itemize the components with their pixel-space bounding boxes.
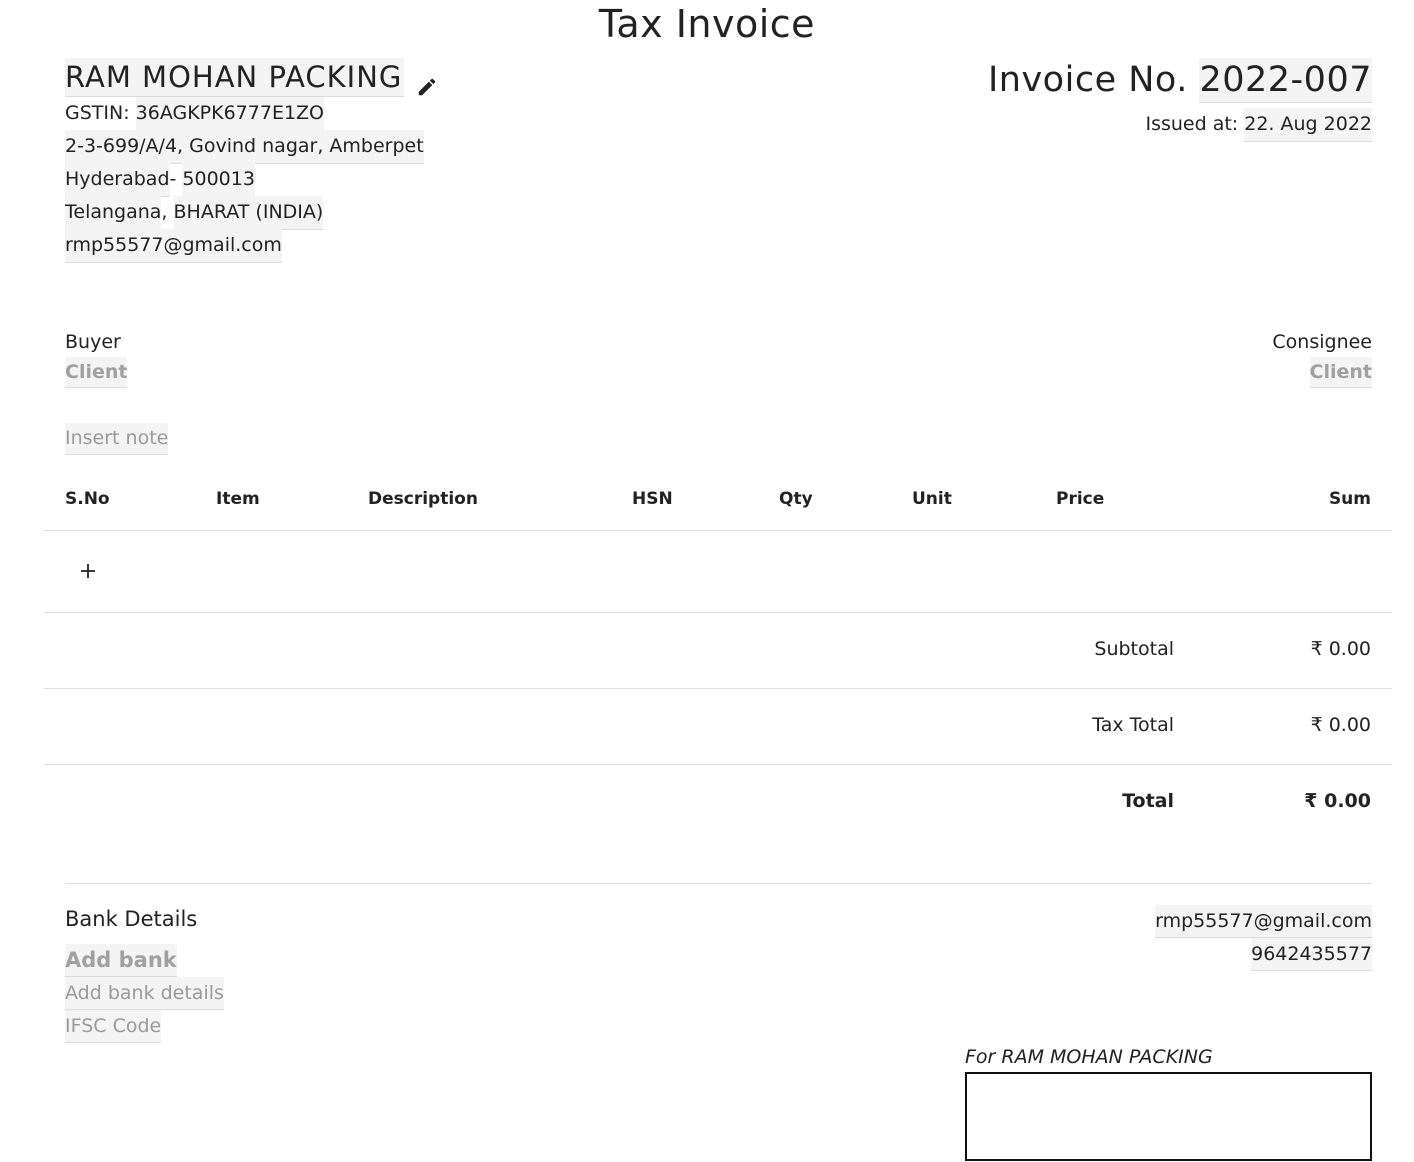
buyer-label: Buyer [65,331,121,353]
buyer-block: Buyer Client [65,327,128,388]
seller-name-row: RAM MOHAN PACKING [65,58,438,97]
subtotal-value: ₹ 0.00 [1310,638,1371,660]
city-separator: - [169,168,183,190]
invoice-meta: Invoice No. 2022-007 Issued at: 22. Aug … [988,58,1372,142]
tax-total-value: ₹ 0.00 [1310,714,1371,736]
column-header-qty: Qty [779,489,813,509]
add-bank-field[interactable]: Add bank [65,944,177,977]
state-row: Telangana, BHARAT (INDIA) [65,196,438,230]
ifsc-code-field[interactable]: IFSC Code [65,1010,162,1043]
city-row: Hyderabad- 500013 [65,163,438,197]
column-header-sum: Sum [1328,489,1371,509]
column-header-item: Item [216,489,260,509]
table-header: S.No Item Description HSN Qty Unit Price… [44,480,1392,531]
seller-name-field[interactable]: RAM MOHAN PACKING [65,58,405,97]
subtotal-row: Subtotal ₹ 0.00 [44,613,1392,689]
address-row: 2-3-699/A/4, Govind nagar, Amberpet [65,130,438,164]
column-header-hsn: HSN [632,489,673,509]
column-header-unit: Unit [912,489,952,509]
contact-email-field[interactable]: rmp55577@gmail.com [1155,905,1372,938]
plus-icon[interactable] [78,561,98,581]
column-header-description: Description [368,489,478,509]
signature-box[interactable] [965,1072,1372,1161]
issued-label: Issued at: [1145,113,1239,135]
invoice-number-row: Invoice No. 2022-007 [988,58,1372,103]
pincode-field[interactable]: 500013 [182,163,255,197]
column-header-sno: S.No [65,489,110,509]
country-field[interactable]: BHARAT (INDIA) [173,196,324,230]
items-table: S.No Item Description HSN Qty Unit Price… [44,480,1392,841]
tax-total-row: Tax Total ₹ 0.00 [44,689,1392,765]
total-row: Total ₹ 0.00 [44,765,1392,841]
issued-date-row: Issued at: 22. Aug 2022 [988,108,1372,142]
buyer-client-field[interactable]: Client [65,357,128,388]
consignee-label: Consignee [1272,331,1372,353]
subtotal-label: Subtotal [1094,638,1174,660]
pencil-icon[interactable] [416,69,438,95]
consignee-block: Consignee Client [1272,327,1372,388]
footer-divider [65,883,1372,884]
email-row: rmp55577@gmail.com [65,229,438,263]
note-block: Insert note [65,423,169,455]
contact-block: rmp55577@gmail.com 9642435577 [1155,905,1372,971]
gstin-field[interactable]: 36AGKPK6777E1ZO [135,97,325,131]
bank-details-field[interactable]: Add bank details [65,977,224,1010]
gstin-label: GSTIN: [65,102,130,124]
seller-email-field[interactable]: rmp55577@gmail.com [65,229,282,263]
gstin-row: GSTIN: 36AGKPK6777E1ZO [65,97,438,131]
invoice-number-field[interactable]: 2022-007 [1199,58,1372,103]
invoice-number-label: Invoice No. [987,60,1188,100]
total-label: Total [1122,790,1174,812]
bank-details-title: Bank Details [65,907,198,931]
total-value: ₹ 0.00 [1304,790,1371,812]
column-header-price: Price [1056,489,1105,509]
bank-details-block: Bank Details Add bank Add bank details I… [65,903,224,1043]
document-title: Tax Invoice [598,2,816,46]
signature-block: For RAM MOHAN PACKING [965,1043,1372,1161]
address-field[interactable]: 2-3-699/A/4, Govind nagar, Amberpet [65,130,424,164]
seller-block: RAM MOHAN PACKING GSTIN: 36AGKPK6777E1ZO… [65,58,438,263]
state-separator: , [161,201,174,223]
city-field[interactable]: Hyderabad [65,163,170,197]
consignee-client-field[interactable]: Client [1309,357,1372,388]
tax-total-label: Tax Total [1092,714,1174,736]
signature-for-label: For RAM MOHAN PACKING [965,1046,1213,1068]
contact-phone-field[interactable]: 9642435577 [1251,938,1372,971]
note-field[interactable]: Insert note [65,423,169,455]
issued-date-field[interactable]: 22. Aug 2022 [1244,108,1372,142]
add-row [44,531,1392,613]
state-field[interactable]: Telangana [65,196,162,230]
